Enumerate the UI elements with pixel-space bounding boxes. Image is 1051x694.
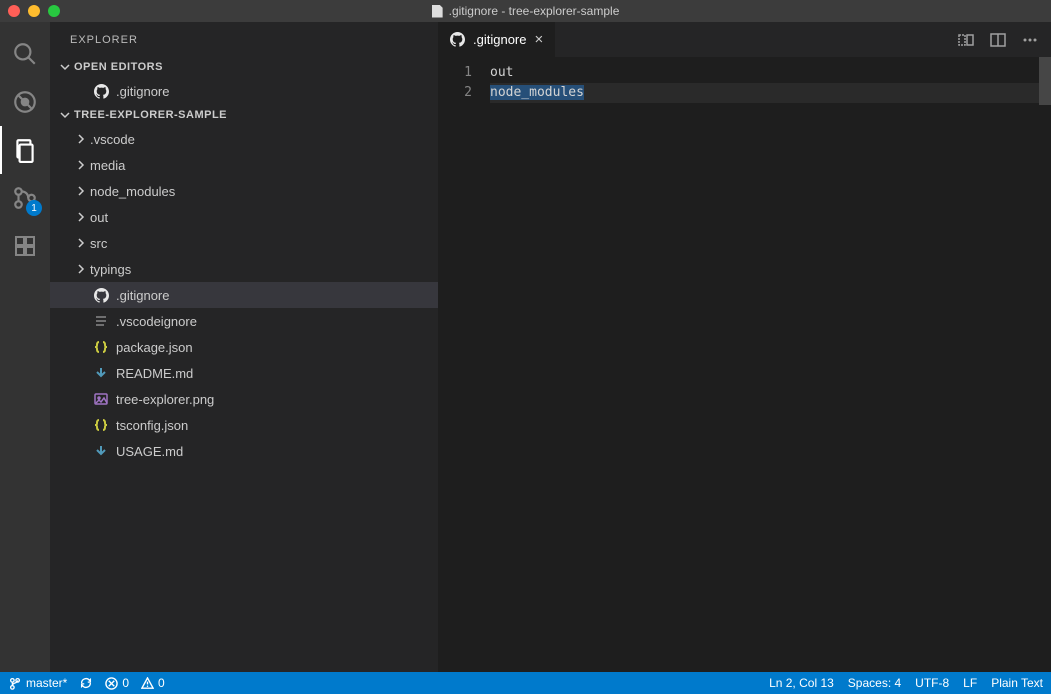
status-bar: master* 0 0 Ln 2, Col 13 Spaces: 4 UTF-8… [0,672,1051,694]
file-tree: .vscode media node_modules out src typin… [50,126,438,672]
github-icon [92,84,110,99]
sidebar-title: EXPLORER [50,22,438,56]
markdown-icon [92,366,110,380]
open-editor-label: .gitignore [116,84,169,99]
tab-bar: .gitignore × [438,22,1051,57]
chevron-right-icon [74,262,88,276]
file-label: tsconfig.json [116,418,188,433]
status-warnings[interactable]: 0 [141,676,165,690]
close-icon[interactable]: × [534,31,543,48]
activity-bar: 1 [0,22,50,672]
window-title-text: .gitignore - tree-explorer-sample [449,4,620,18]
file-item[interactable]: tsconfig.json [50,412,438,438]
status-branch[interactable]: master* [8,676,67,690]
folder-label: out [90,210,108,225]
github-icon [450,32,465,47]
code-line: node_modules [490,83,1051,103]
chevron-right-icon [74,236,88,250]
folder-item[interactable]: src [50,230,438,256]
folder-item[interactable]: typings [50,256,438,282]
folder-label: typings [90,262,131,277]
folder-item[interactable]: out [50,204,438,230]
folder-item[interactable]: .vscode [50,126,438,152]
editor-body[interactable]: 12 out node_modules [438,57,1051,672]
image-icon [92,392,110,406]
lines-icon [92,314,110,328]
compare-icon[interactable] [957,31,975,49]
json-icon [92,418,110,432]
more-icon[interactable] [1021,31,1039,49]
split-editor-icon[interactable] [989,31,1007,49]
titlebar: .gitignore - tree-explorer-sample [0,0,1051,22]
file-label: package.json [116,340,193,355]
status-eol[interactable]: LF [963,676,977,690]
file-label: .vscodeignore [116,314,197,329]
workspace-section[interactable]: TREE-EXPLORER-SAMPLE [50,104,438,126]
chevron-down-icon [58,60,72,74]
file-item[interactable]: .vscodeignore [50,308,438,334]
open-editors-section[interactable]: OPEN EDITORS [50,56,438,78]
file-label: .gitignore [116,288,169,303]
folder-item[interactable]: node_modules [50,178,438,204]
branch-label: master* [26,676,67,690]
folder-label: src [90,236,107,251]
file-icon [432,5,443,18]
chevron-right-icon [74,184,88,198]
sidebar: EXPLORER OPEN EDITORS .gitignore TREE-EX… [50,22,438,672]
file-label: USAGE.md [116,444,183,459]
window-controls [0,5,60,17]
folder-item[interactable]: media [50,152,438,178]
file-item[interactable]: tree-explorer.png [50,386,438,412]
file-label: README.md [116,366,193,381]
chevron-right-icon [74,158,88,172]
line-numbers: 12 [438,57,490,672]
scm-badge: 1 [26,200,42,216]
explorer-view[interactable] [0,126,50,174]
github-icon [92,288,110,303]
code-line: out [490,63,1051,83]
status-indent[interactable]: Spaces: 4 [848,676,901,690]
chevron-down-icon [58,108,72,122]
file-item-gitignore[interactable]: .gitignore [50,282,438,308]
status-cursor[interactable]: Ln 2, Col 13 [769,676,834,690]
search-view[interactable] [0,30,50,78]
status-encoding[interactable]: UTF-8 [915,676,949,690]
warning-count: 0 [158,676,165,690]
error-count: 0 [122,676,129,690]
tab-label: .gitignore [473,32,526,47]
markdown-icon [92,444,110,458]
minimize-window[interactable] [28,5,40,17]
file-item[interactable]: README.md [50,360,438,386]
chevron-right-icon [74,132,88,146]
code-content[interactable]: out node_modules [490,57,1051,672]
file-item[interactable]: package.json [50,334,438,360]
file-label: tree-explorer.png [116,392,214,407]
open-editors-label: OPEN EDITORS [74,61,163,73]
extensions-view[interactable] [0,222,50,270]
scm-view[interactable]: 1 [0,174,50,222]
tab-gitignore[interactable]: .gitignore × [438,22,556,57]
open-editor-item[interactable]: .gitignore [50,78,438,104]
workspace-label: TREE-EXPLORER-SAMPLE [74,109,227,121]
close-window[interactable] [8,5,20,17]
status-language[interactable]: Plain Text [991,676,1043,690]
editor-area: .gitignore × 12 out node_modu [438,22,1051,672]
window-title: .gitignore - tree-explorer-sample [0,4,1051,18]
json-icon [92,340,110,354]
folder-label: node_modules [90,184,175,199]
folder-label: media [90,158,125,173]
editor-actions [957,22,1051,57]
folder-label: .vscode [90,132,135,147]
status-errors[interactable]: 0 [105,676,129,690]
maximize-window[interactable] [48,5,60,17]
status-sync[interactable] [79,676,93,690]
file-item[interactable]: USAGE.md [50,438,438,464]
debug-view[interactable] [0,78,50,126]
chevron-right-icon [74,210,88,224]
scrollbar-thumb[interactable] [1039,57,1051,105]
